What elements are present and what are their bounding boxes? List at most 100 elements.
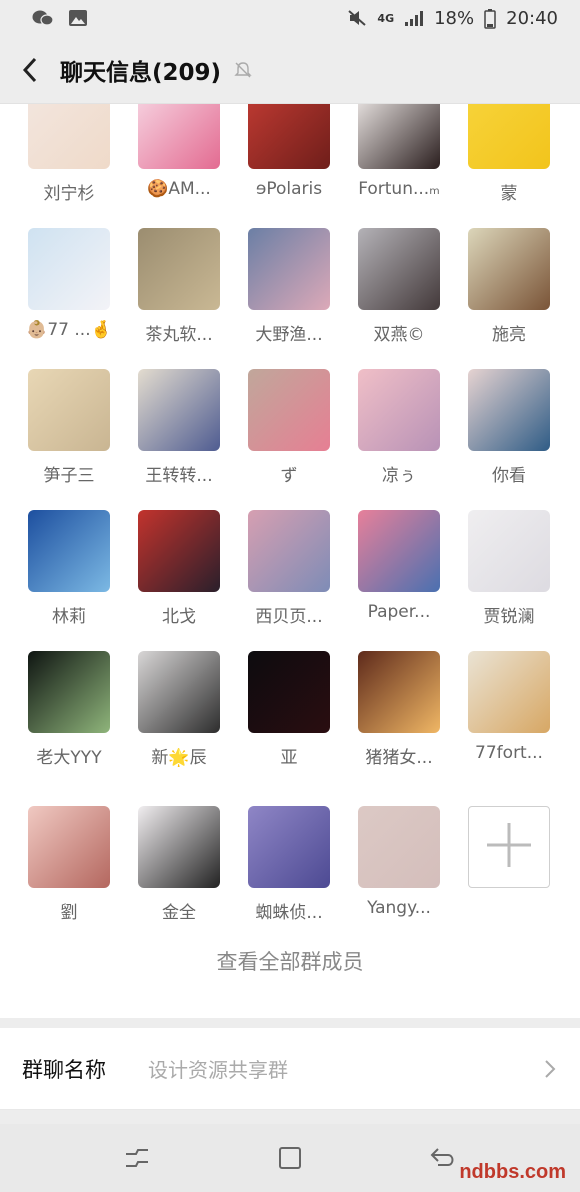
back-nav-icon[interactable] <box>425 1140 461 1176</box>
member-item[interactable]: ず <box>234 369 344 510</box>
avatar <box>358 104 440 169</box>
member-item[interactable]: 茶丸软... <box>124 228 234 369</box>
member-item[interactable]: 林莉 <box>14 510 124 651</box>
member-name: 新🌟辰 <box>151 748 207 768</box>
back-arrow-icon[interactable] <box>16 56 44 84</box>
member-name: 劉 <box>60 903 78 923</box>
member-item[interactable]: 大野渔... <box>234 228 344 369</box>
member-name: 👶🏼77 ...🤞 <box>26 320 112 340</box>
section-divider <box>0 1018 580 1028</box>
member-name: 西贝页... <box>255 607 323 627</box>
home-icon[interactable] <box>272 1140 308 1176</box>
member-item[interactable]: ɘPolaris <box>234 104 344 228</box>
avatar <box>28 510 110 592</box>
member-item[interactable]: 施亮 <box>454 228 564 369</box>
member-name: Paper... <box>367 602 431 622</box>
member-item[interactable]: 劉 <box>14 806 124 947</box>
avatar <box>28 369 110 451</box>
member-name: 大野渔... <box>255 325 323 345</box>
battery-percent: 18% <box>434 7 475 29</box>
watermark-logo: ndbbs.com <box>459 1161 566 1183</box>
member-name: 凉ぅ <box>382 466 416 486</box>
member-panel: 刘宁杉 🍪AM... ɘPolaris Fortun...ₘ 蒙 👶🏼77 ...🤞 茶丸软… <box>0 104 580 1018</box>
mute-status-icon <box>347 9 367 27</box>
member-name: 77fort... <box>475 743 543 763</box>
network-type: 4G <box>377 11 395 25</box>
member-name: 金全 <box>162 903 196 923</box>
avatar <box>28 104 110 169</box>
add-member-button[interactable] <box>468 806 550 888</box>
member-item[interactable]: 王转转... <box>124 369 234 510</box>
avatar <box>138 510 220 592</box>
avatar <box>138 651 220 733</box>
member-item[interactable]: Paper... <box>344 510 454 651</box>
member-name: 北戈 <box>162 607 196 627</box>
avatar <box>468 651 550 733</box>
plus-icon <box>483 819 535 875</box>
group-name-label: 群聊名称 <box>22 1057 106 1082</box>
recent-apps-icon[interactable] <box>119 1140 155 1176</box>
member-name: 茶丸软... <box>145 325 213 345</box>
member-name: 林莉 <box>52 607 86 627</box>
member-item[interactable]: 蜘蛛侦... <box>234 806 344 947</box>
member-item[interactable]: 贾锐澜 <box>454 510 564 651</box>
avatar <box>468 510 550 592</box>
member-item[interactable]: 北戈 <box>124 510 234 651</box>
bell-muted-icon <box>233 60 253 80</box>
member-item[interactable]: 刘宁杉 <box>14 104 124 228</box>
member-item[interactable]: 亚 <box>234 651 344 792</box>
member-name: 刘宁杉 <box>43 184 95 204</box>
member-item[interactable]: 新🌟辰 <box>124 651 234 792</box>
wechat-icon <box>32 9 54 27</box>
member-name: 🍪AM... <box>147 179 211 199</box>
member-name: Fortun...ₘ <box>358 179 440 199</box>
avatar <box>248 104 330 169</box>
member-item[interactable]: 🍪AM... <box>124 104 234 228</box>
member-name: 施亮 <box>492 325 526 345</box>
avatar <box>248 369 330 451</box>
member-item[interactable]: Yangy... <box>344 806 454 947</box>
member-item[interactable]: 77fort... <box>454 651 564 792</box>
member-item[interactable]: 老大YYY <box>14 651 124 792</box>
avatar <box>468 369 550 451</box>
chevron-right-icon <box>542 1058 558 1080</box>
avatar <box>138 228 220 310</box>
member-item[interactable]: 你看 <box>454 369 564 510</box>
gallery-icon <box>68 9 88 27</box>
avatar <box>358 228 440 310</box>
member-item[interactable]: 笋子三 <box>14 369 124 510</box>
member-item[interactable]: 金全 <box>124 806 234 947</box>
member-item[interactable]: 猪猪女... <box>344 651 454 792</box>
avatar <box>248 510 330 592</box>
member-name: ず <box>280 466 298 486</box>
avatar <box>28 228 110 310</box>
member-item[interactable]: 西贝页... <box>234 510 344 651</box>
status-bar: 4G 18% 20:40 <box>0 0 580 36</box>
avatar <box>138 806 220 888</box>
member-name: 贾锐澜 <box>483 607 535 627</box>
member-name: ɘPolaris <box>255 179 323 199</box>
member-name: 你看 <box>492 466 526 486</box>
member-name: 亚 <box>280 748 298 768</box>
battery-icon <box>484 9 496 29</box>
member-item[interactable]: 👶🏼77 ...🤞 <box>14 228 124 369</box>
member-grid: 刘宁杉 🍪AM... ɘPolaris Fortun...ₘ 蒙 👶🏼77 ...🤞 茶丸软… <box>14 104 566 947</box>
clock: 20:40 <box>506 7 558 29</box>
member-item[interactable]: 双燕© <box>344 228 454 369</box>
avatar <box>358 806 440 888</box>
group-name-row[interactable]: 群聊名称 设计资源共享群 <box>0 1028 580 1110</box>
member-name: Yangy... <box>367 898 431 918</box>
member-name: 猪猪女... <box>365 748 433 768</box>
member-name: 蜘蛛侦... <box>255 903 323 923</box>
avatar <box>358 651 440 733</box>
avatar <box>358 369 440 451</box>
avatar <box>248 806 330 888</box>
member-item[interactable]: 蒙 <box>454 104 564 228</box>
member-item[interactable]: 凉ぅ <box>344 369 454 510</box>
member-name: 老大YYY <box>36 748 102 768</box>
system-nav-bar: ndbbs.com <box>0 1124 580 1192</box>
add-member-item[interactable] <box>454 806 564 947</box>
view-all-members-link[interactable]: 查看全部群成员 <box>0 946 580 976</box>
avatar <box>468 228 550 310</box>
member-item[interactable]: Fortun...ₘ <box>344 104 454 228</box>
